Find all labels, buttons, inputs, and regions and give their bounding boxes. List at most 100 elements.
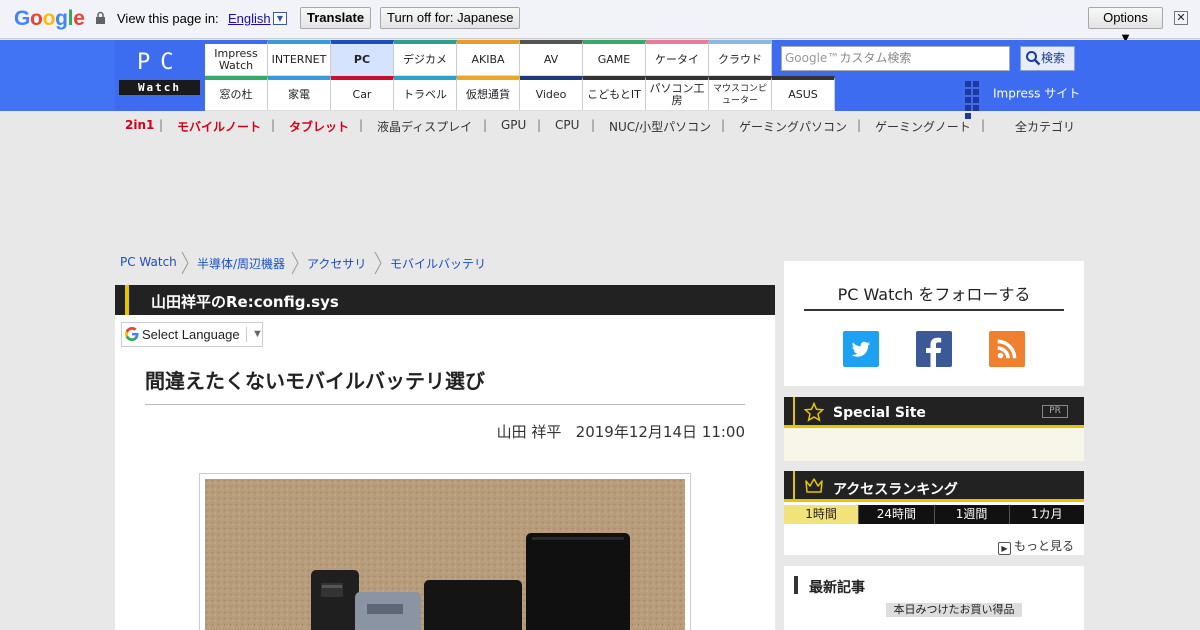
pr-badge: PR: [1042, 405, 1068, 418]
close-icon[interactable]: ✕: [1174, 11, 1188, 25]
nav-pasokon-kobo[interactable]: パソコン工房: [646, 76, 709, 111]
more-link[interactable]: ▶ もっと見る: [997, 537, 1074, 555]
title-divider: [145, 404, 745, 405]
nav-travel[interactable]: トラベル: [394, 76, 457, 111]
impress-site-link[interactable]: Impress サイト: [965, 81, 1081, 119]
turn-off-button[interactable]: Turn off for: Japanese: [380, 7, 521, 29]
nav-kaden[interactable]: 家電: [268, 76, 331, 111]
view-page-label: View this page in:: [117, 11, 219, 26]
language-dropdown-icon[interactable]: ▼: [273, 12, 287, 25]
divider: [246, 327, 247, 342]
header-strip: [0, 40, 115, 111]
separator: |: [159, 118, 164, 132]
twitter-icon[interactable]: [843, 331, 879, 367]
nav-akiba[interactable]: AKIBA: [457, 40, 520, 76]
nav-game[interactable]: GAME: [583, 40, 646, 76]
all-categories-link[interactable]: 全カテゴリ: [1015, 118, 1075, 135]
category-bar: 2in1 | モバイルノート | タブレット | 液晶ディスプレイ | GPU …: [115, 118, 1085, 134]
chevron-right-icon: [374, 251, 382, 275]
facebook-icon[interactable]: [916, 331, 952, 367]
separator: |: [271, 118, 276, 132]
follow-box: PC Watch をフォローする: [784, 261, 1084, 386]
category-gpu[interactable]: GPU: [501, 118, 526, 132]
more-label: もっと見る: [1013, 539, 1074, 553]
translate-button[interactable]: Translate: [300, 7, 372, 29]
breadcrumb-mobile-battery[interactable]: モバイルバッテリ: [390, 255, 486, 272]
latest-chip[interactable]: 本日みつけたお買い得品: [886, 603, 1022, 617]
star-icon: [804, 402, 824, 422]
article: 山田祥平のRe:config.sys Select Language ▼ 間違え…: [115, 285, 775, 630]
nav-asus[interactable]: ASUS: [772, 76, 835, 111]
search-input[interactable]: Google™カスタム検索: [781, 46, 1010, 71]
nav-internet[interactable]: INTERNET: [268, 40, 331, 76]
nav-av[interactable]: AV: [520, 40, 583, 76]
separator: |: [981, 118, 986, 132]
tab-1-hour[interactable]: 1時間: [784, 505, 859, 524]
dropdown-arrow-icon: ▼: [252, 328, 263, 340]
nav-impress-watch[interactable]: Impress Watch: [205, 40, 268, 76]
nav-dejicame[interactable]: デジカメ: [394, 40, 457, 76]
search-icon: [1026, 51, 1041, 66]
tab-1-week[interactable]: 1週間: [933, 505, 1009, 524]
separator: |: [591, 118, 596, 132]
category-tablet[interactable]: タブレット: [289, 118, 349, 135]
special-site-header: Special Site PR: [784, 397, 1084, 428]
nav-keitai[interactable]: ケータイ: [646, 40, 709, 76]
series-accent-bar: [125, 285, 129, 315]
author-name: 山田 祥平: [496, 423, 562, 441]
breadcrumb-pc-watch[interactable]: PC Watch: [120, 255, 177, 269]
byline: 山田 祥平 2019年12月14日 11:00: [497, 421, 745, 442]
category-cpu[interactable]: CPU: [555, 118, 579, 132]
tab-1-month[interactable]: 1カ月: [1008, 505, 1084, 524]
nav-kaso-tsuka[interactable]: 仮想通貨: [457, 76, 520, 111]
tab-24-hours[interactable]: 24時間: [858, 505, 934, 524]
nav-mouse-computer[interactable]: マウスコンピューター: [709, 76, 772, 111]
mobile-battery-photo[interactable]: [205, 479, 685, 630]
category-gaming-pc[interactable]: ゲーミングパソコン: [739, 118, 847, 135]
accent-bar: [793, 471, 795, 502]
ranking-tabs: 1時間 24時間 1週間 1カ月: [784, 505, 1084, 524]
nav-cloud[interactable]: クラウド: [709, 40, 772, 76]
nav-pc[interactable]: PC: [331, 40, 394, 76]
select-language-label: Select Language: [142, 327, 240, 342]
nav-madonomori[interactable]: 窓の杜: [205, 76, 268, 111]
grid-icon: [965, 81, 987, 119]
series-title[interactable]: 山田祥平のRe:config.sys: [151, 291, 339, 312]
site-header: PC Watch Impress Watch INTERNET PC デジカメ …: [0, 40, 1200, 119]
breadcrumb-accessory[interactable]: アクセサリ: [307, 255, 366, 272]
language-link[interactable]: English: [228, 11, 271, 26]
rss-icon[interactable]: [989, 331, 1025, 367]
google-translate-bar: Google View this page in: English ▼ Tran…: [0, 0, 1200, 45]
search-google-label: Google™: [785, 51, 840, 65]
latest-articles-box: 最新記事 本日みつけたお買い得品: [784, 566, 1084, 630]
search-button[interactable]: 検索: [1020, 46, 1075, 71]
search-button-label: 検索: [1041, 51, 1066, 65]
search-placeholder: カスタム検索: [839, 51, 912, 65]
category-mobile-note[interactable]: モバイルノート: [177, 118, 261, 135]
category-lcd-display[interactable]: 液晶ディスプレイ: [377, 118, 472, 135]
logo-pc-text: PC: [137, 50, 184, 75]
select-language-dropdown[interactable]: Select Language ▼: [121, 322, 263, 347]
category-gaming-note[interactable]: ゲーミングノート: [875, 118, 971, 135]
ranking-title: アクセスランキング: [833, 482, 958, 498]
nav-car[interactable]: Car: [331, 76, 394, 111]
article-title: 間違えたくないモバイルバッテリ選び: [145, 369, 485, 393]
chevron-right-icon: [291, 251, 299, 275]
follow-title: PC Watch をフォローする: [837, 285, 1031, 304]
publish-date: 2019年12月14日 11:00: [575, 423, 745, 441]
category-nuc[interactable]: NUC/小型パソコン: [609, 118, 711, 135]
separator: |: [537, 118, 542, 132]
category-2in1[interactable]: 2in1: [125, 118, 154, 132]
article-photo-frame[interactable]: [199, 473, 691, 630]
impress-site-label: Impress サイト: [993, 86, 1081, 101]
pc-watch-logo[interactable]: PC Watch: [115, 40, 205, 111]
options-button[interactable]: Options ▼: [1088, 7, 1163, 45]
chevron-right-icon: [181, 251, 189, 275]
nav-video[interactable]: Video: [520, 76, 583, 111]
series-header: 山田祥平のRe:config.sys: [115, 285, 775, 315]
separator: |: [721, 118, 726, 132]
separator: |: [483, 118, 488, 132]
separator: |: [857, 118, 862, 132]
breadcrumb-semiconductor[interactable]: 半導体/周辺機器: [197, 255, 285, 272]
nav-kodomo-to-it[interactable]: こどもとIT: [583, 76, 646, 111]
